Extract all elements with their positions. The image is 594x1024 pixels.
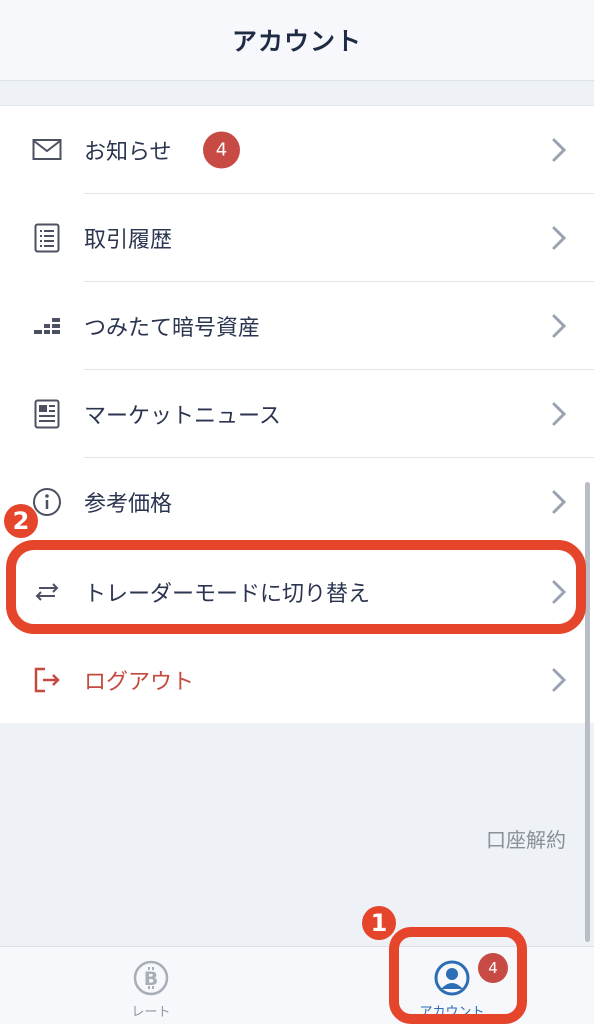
menu-item-notifications[interactable]: お知らせ 4 (0, 106, 594, 194)
step-marker-1: 1 (362, 906, 396, 940)
menu-item-logout[interactable]: ログアウト (0, 636, 594, 724)
logout-icon (32, 665, 62, 695)
menu-item-accumulation[interactable]: つみたて暗号資産 (0, 282, 594, 370)
accumulation-icon (32, 311, 62, 341)
news-icon (32, 399, 62, 429)
chevron-right-icon (552, 490, 567, 514)
page-title: アカウント (231, 27, 362, 56)
menu-item-label: 取引履歴 (84, 228, 173, 253)
header: アカウント (0, 0, 594, 81)
chevron-right-icon (552, 226, 567, 250)
highlight-trader-mode (6, 540, 586, 634)
chevron-right-icon (552, 138, 567, 162)
scrollbar[interactable] (585, 482, 590, 942)
svg-text:B: B (144, 968, 158, 990)
menu-item-label: マーケットニュース (84, 404, 281, 429)
menu-item-trade-history[interactable]: 取引履歴 (0, 194, 594, 282)
menu-item-label: つみたて暗号資産 (84, 316, 261, 341)
tab-label: レート (131, 1005, 171, 1020)
highlight-account-tab (389, 927, 527, 1024)
chevron-right-icon (552, 314, 567, 338)
tab-rate[interactable]: B レート (61, 947, 241, 1024)
chevron-right-icon (552, 668, 567, 692)
bitcoin-icon: B (133, 960, 169, 996)
chevron-right-icon (552, 402, 567, 426)
list-icon (32, 223, 62, 253)
step-marker-2: 2 (4, 504, 38, 538)
info-icon (32, 487, 62, 517)
mail-icon (32, 135, 62, 165)
menu-item-label: お知らせ (84, 140, 172, 165)
menu-item-market-news[interactable]: マーケットニュース (0, 370, 594, 458)
menu-item-label: 参考価格 (84, 492, 173, 517)
menu-item-reference-price[interactable]: 参考価格 (0, 458, 594, 546)
notification-badge: 4 (203, 131, 240, 169)
account-cancel-link[interactable]: 口座解約 (486, 824, 566, 853)
menu-item-label: ログアウト (84, 670, 195, 695)
